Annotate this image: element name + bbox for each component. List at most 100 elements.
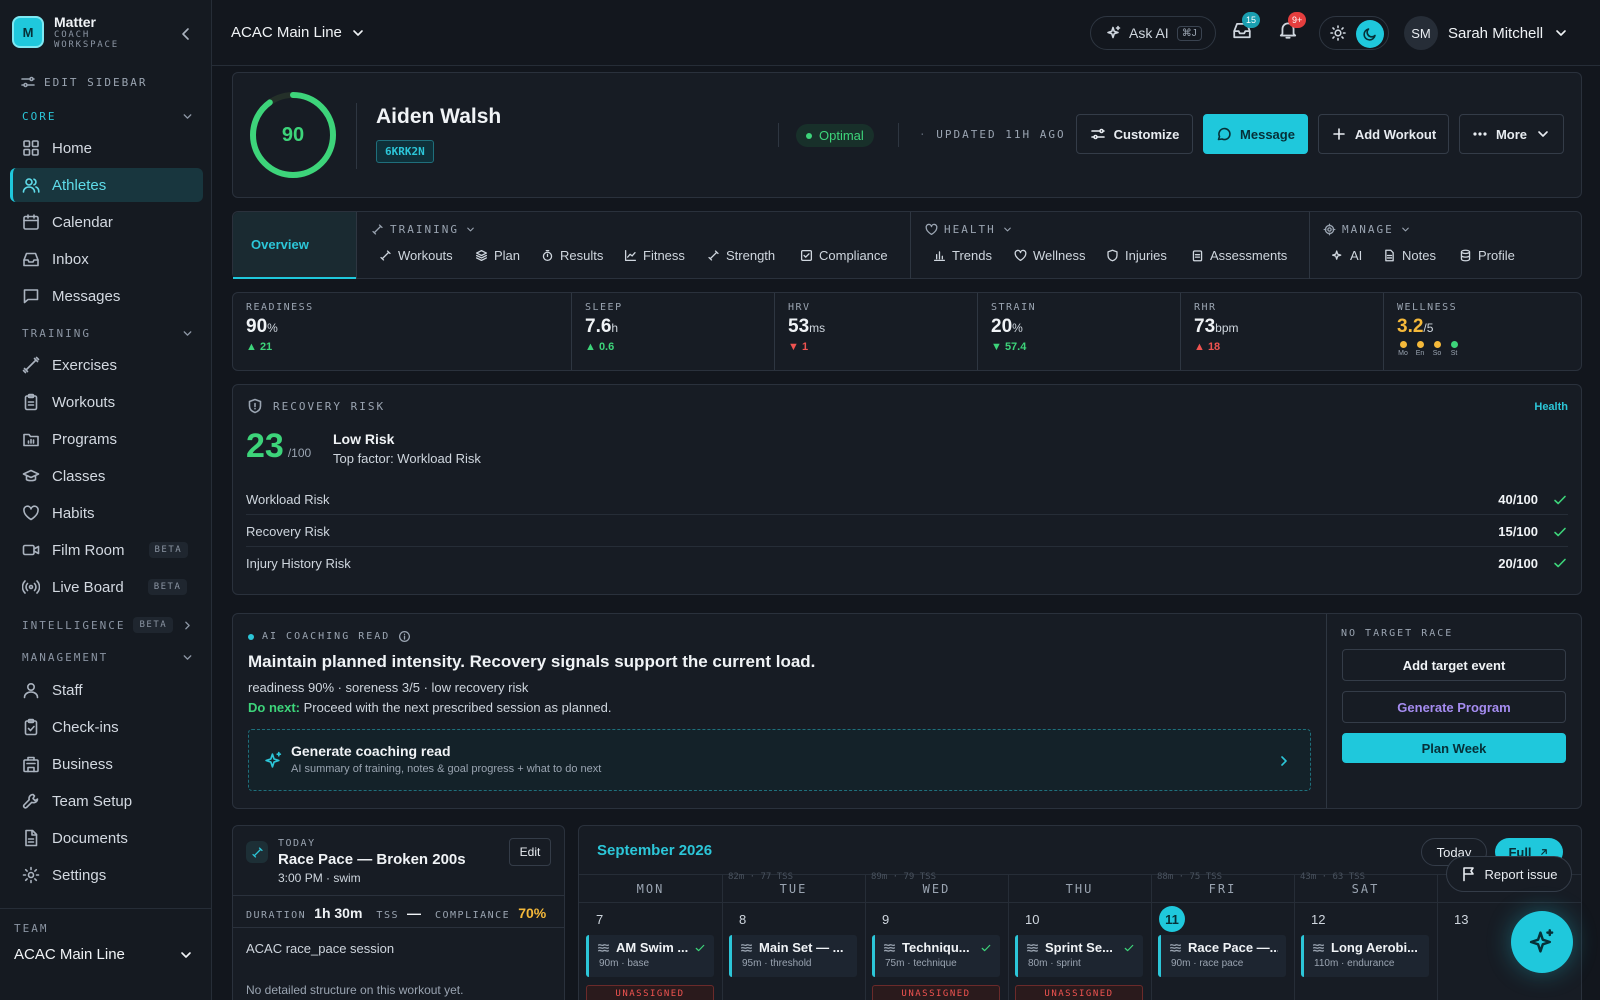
ai-assistant-fab[interactable]: [1511, 911, 1573, 973]
unassigned-event[interactable]: UNASSIGNED: [872, 985, 1000, 1000]
sidebar-item-workouts[interactable]: Workouts: [10, 385, 203, 419]
tab-ai[interactable]: AI: [1331, 248, 1362, 263]
calendar-event[interactable]: Techniqu... 75m · technique: [872, 935, 1000, 977]
team-selector-value: ACAC Main Line: [14, 946, 125, 963]
sidebar-item-messages[interactable]: Messages: [10, 279, 203, 313]
section-training[interactable]: TRAINING: [22, 327, 194, 340]
metrics-strip: READINESS 90% ▲ 21 SLEEP 7.6h ▲ 0.6 HRV …: [232, 292, 1582, 371]
context-selector[interactable]: ACAC Main Line: [231, 24, 366, 41]
user-menu[interactable]: SM Sarah Mitchell: [1404, 16, 1569, 50]
edit-workout-button[interactable]: Edit: [509, 838, 551, 866]
add-workout-button[interactable]: Add Workout: [1318, 114, 1449, 154]
calendar-event[interactable]: AM Swim ... 90m · base: [586, 935, 714, 977]
calendar-date[interactable]: 10: [1025, 912, 1039, 927]
calendar-date[interactable]: 7: [596, 912, 603, 927]
sun-icon[interactable]: [1330, 25, 1346, 41]
sidebar-item-calendar[interactable]: Calendar: [10, 205, 203, 239]
metric-strain[interactable]: STRAIN 20% ▼ 57.4: [978, 293, 1180, 370]
metric-hrv[interactable]: HRV 53ms ▼ 1: [775, 293, 977, 370]
team-selector[interactable]: ACAC Main Line: [14, 946, 194, 963]
collapse-sidebar-icon[interactable]: [178, 26, 194, 42]
add-target-event-button[interactable]: Add target event: [1342, 649, 1566, 681]
tab-workouts[interactable]: Workouts: [379, 248, 453, 263]
metric-wellness[interactable]: WELLNESS 3.2/5 Mo En So St: [1384, 293, 1582, 370]
tab-profile[interactable]: Profile: [1459, 248, 1515, 263]
metric-readiness[interactable]: READINESS 90% ▲ 21: [233, 293, 571, 370]
check-square-icon: [800, 249, 813, 262]
calendar-date[interactable]: 12: [1311, 912, 1325, 927]
calendar-date-today[interactable]: 11: [1159, 906, 1185, 932]
generate-coaching-read-button[interactable]: Generate coaching read AI summary of tra…: [248, 729, 1311, 791]
moon-button[interactable]: [1356, 20, 1384, 48]
metric-value: 7.6h: [585, 316, 761, 338]
tab-injuries[interactable]: Injuries: [1106, 248, 1167, 263]
sidebar-item-documents[interactable]: Documents: [10, 821, 203, 855]
sidebar-item-inbox[interactable]: Inbox: [10, 242, 203, 276]
unassigned-event[interactable]: UNASSIGNED: [1015, 985, 1143, 1000]
tab-trends[interactable]: Trends: [933, 248, 992, 263]
edit-sidebar-button[interactable]: EDIT SIDEBAR: [20, 74, 147, 90]
calendar-event[interactable]: Race Pace —... 90m · race pace: [1158, 935, 1286, 977]
generate-program-button[interactable]: Generate Program: [1342, 691, 1566, 723]
report-issue-button[interactable]: Report issue: [1446, 856, 1572, 892]
plan-week-button[interactable]: Plan Week: [1342, 733, 1566, 763]
metric-sleep[interactable]: SLEEP 7.6h ▲ 0.6: [572, 293, 774, 370]
sliders-icon: [21, 76, 35, 88]
dumbbell-icon: [22, 356, 40, 374]
message-button[interactable]: Message: [1203, 114, 1308, 154]
brand[interactable]: M Matter COACH WORKSPACE: [12, 14, 119, 50]
sidebar-item-classes[interactable]: Classes: [10, 459, 203, 493]
calendar-date[interactable]: 8: [739, 912, 746, 927]
sidebar-item-exercises[interactable]: Exercises: [10, 348, 203, 382]
info-icon[interactable]: [398, 630, 411, 643]
calendar-date[interactable]: 13: [1454, 912, 1468, 927]
more-button[interactable]: More: [1459, 114, 1564, 154]
team-label: TEAM: [14, 922, 49, 935]
sidebar-item-programs[interactable]: Programs: [10, 422, 203, 456]
tab-plan[interactable]: Plan: [475, 248, 520, 263]
sidebar-item-athletes[interactable]: Athletes: [10, 168, 203, 202]
inbox-button[interactable]: 15: [1232, 12, 1261, 40]
tab-group-manage[interactable]: MANAGE: [1323, 223, 1411, 236]
tab-strength[interactable]: Strength: [707, 248, 775, 263]
tab-assessments[interactable]: Assessments: [1191, 248, 1287, 263]
tab-group-health[interactable]: HEALTH: [925, 223, 1013, 236]
sidebar-item-team-setup[interactable]: Team Setup: [10, 784, 203, 818]
calendar-event[interactable]: Long Aerobi... 110m · endurance: [1301, 935, 1429, 977]
unassigned-event[interactable]: UNASSIGNED: [586, 985, 714, 1000]
sidebar-item-home[interactable]: Home: [10, 131, 203, 165]
tab-compliance[interactable]: Compliance: [800, 248, 888, 263]
recovery-score-value: 23: [246, 427, 284, 465]
calendar-event[interactable]: Main Set — ... 95m · threshold: [729, 935, 857, 977]
tab-notes[interactable]: Notes: [1383, 248, 1436, 263]
tab-overview[interactable]: Overview: [233, 212, 356, 279]
notifications-button[interactable]: 9+: [1278, 12, 1307, 40]
tab-results[interactable]: Results: [541, 248, 603, 263]
theme-toggle[interactable]: [1319, 16, 1389, 50]
tab-fitness[interactable]: Fitness: [624, 248, 685, 263]
generate-title: Generate coaching read: [291, 743, 451, 759]
sidebar-item-checkins[interactable]: Check-ins: [10, 710, 203, 744]
section-management[interactable]: MANAGEMENT: [22, 651, 194, 664]
sidebar-item-business[interactable]: Business: [10, 747, 203, 781]
tab-label: Wellness: [1033, 248, 1086, 263]
metric-rhr[interactable]: RHR 73bpm ▲ 18: [1181, 293, 1383, 370]
health-link[interactable]: Health: [1534, 401, 1568, 413]
sidebar-item-settings[interactable]: Settings: [10, 858, 203, 892]
tab-wellness[interactable]: Wellness: [1014, 248, 1086, 263]
calendar-event[interactable]: Sprint Se... 80m · sprint: [1015, 935, 1143, 977]
athlete-id-badge[interactable]: 6KRK2N: [376, 140, 434, 163]
customize-button[interactable]: Customize: [1076, 114, 1193, 154]
sidebar-item-live-board[interactable]: Live Board BETA: [10, 570, 203, 604]
sidebar-item-staff[interactable]: Staff: [10, 673, 203, 707]
tab-group-training-label: TRAINING: [390, 223, 459, 236]
section-intelligence[interactable]: INTELLIGENCE BETA: [22, 617, 194, 633]
tab-label: Fitness: [643, 248, 685, 263]
metric-label: WELLNESS: [1397, 302, 1458, 313]
section-core[interactable]: CORE: [22, 110, 194, 123]
sidebar-item-film-room[interactable]: Film Room BETA: [10, 533, 203, 567]
calendar-date[interactable]: 9: [882, 912, 889, 927]
sidebar-item-habits[interactable]: Habits: [10, 496, 203, 530]
tab-group-training[interactable]: TRAINING: [371, 223, 476, 236]
ask-ai-button[interactable]: Ask AI ⌘J: [1090, 16, 1216, 50]
